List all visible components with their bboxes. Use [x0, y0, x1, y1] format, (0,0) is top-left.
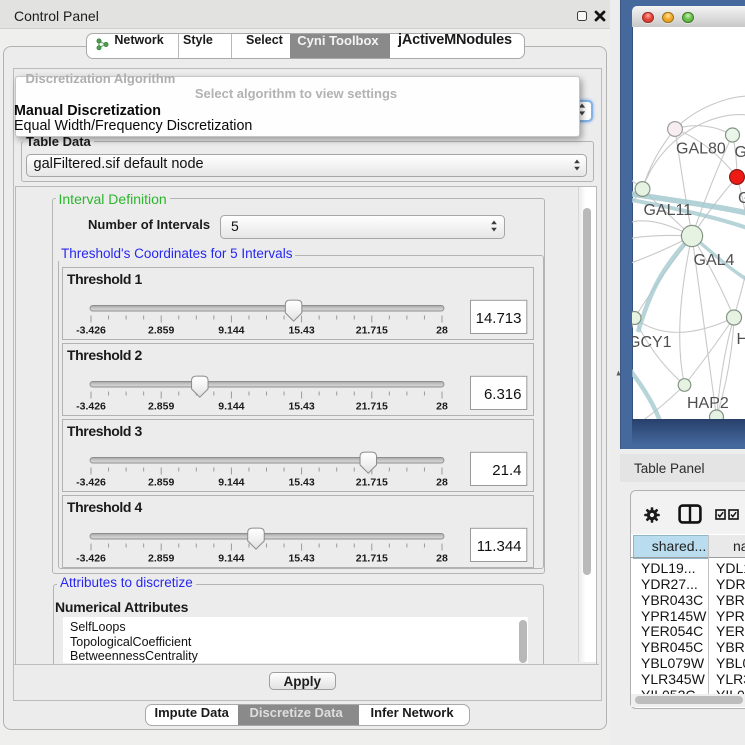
svg-text:2.859: 2.859: [148, 324, 174, 336]
svg-text:-3.426: -3.426: [76, 324, 106, 336]
svg-text:-3.426: -3.426: [76, 476, 106, 488]
svg-text:2.859: 2.859: [148, 400, 174, 412]
svg-text:28: 28: [436, 324, 448, 336]
svg-text:Threshold 2: Threshold 2: [67, 347, 143, 363]
svg-text:28: 28: [436, 400, 448, 412]
svg-text:21.715: 21.715: [356, 553, 388, 565]
svg-text:11.344: 11.344: [477, 538, 522, 555]
svg-text:21.715: 21.715: [356, 400, 388, 412]
svg-text:-3.426: -3.426: [76, 400, 106, 412]
svg-text:H: H: [736, 331, 745, 348]
svg-text:6.316: 6.316: [484, 386, 522, 403]
svg-text:2.859: 2.859: [148, 553, 174, 565]
svg-text:15.43: 15.43: [288, 553, 314, 565]
svg-text:9.144: 9.144: [218, 324, 244, 336]
svg-text:GA: GA: [738, 190, 745, 207]
svg-text:9.144: 9.144: [218, 400, 244, 412]
svg-text:28: 28: [436, 476, 448, 488]
svg-text:9.144: 9.144: [218, 553, 244, 565]
svg-text:2.859: 2.859: [148, 476, 174, 488]
svg-text:GAL11: GAL11: [643, 202, 692, 219]
svg-text:14.713: 14.713: [476, 310, 522, 327]
svg-text:GCY1: GCY1: [632, 334, 672, 351]
svg-text:Threshold 1: Threshold 1: [67, 271, 143, 287]
svg-text:Threshold 3: Threshold 3: [67, 423, 143, 439]
svg-text:GAL80: GAL80: [676, 141, 726, 158]
svg-text:15.43: 15.43: [288, 476, 314, 488]
svg-text:GA: GA: [734, 144, 745, 161]
svg-text:9.144: 9.144: [218, 476, 244, 488]
svg-text:15.43: 15.43: [288, 324, 314, 336]
svg-text:21.715: 21.715: [356, 476, 388, 488]
svg-text:21.715: 21.715: [356, 324, 388, 336]
svg-text:21.4: 21.4: [492, 462, 521, 479]
svg-text:Threshold 4: Threshold 4: [67, 499, 143, 515]
svg-text:-3.426: -3.426: [76, 553, 106, 565]
svg-text:28: 28: [436, 553, 448, 565]
svg-text:15.43: 15.43: [288, 400, 314, 412]
svg-text:GAL4: GAL4: [693, 252, 734, 269]
svg-text:HAP2: HAP2: [687, 395, 729, 412]
